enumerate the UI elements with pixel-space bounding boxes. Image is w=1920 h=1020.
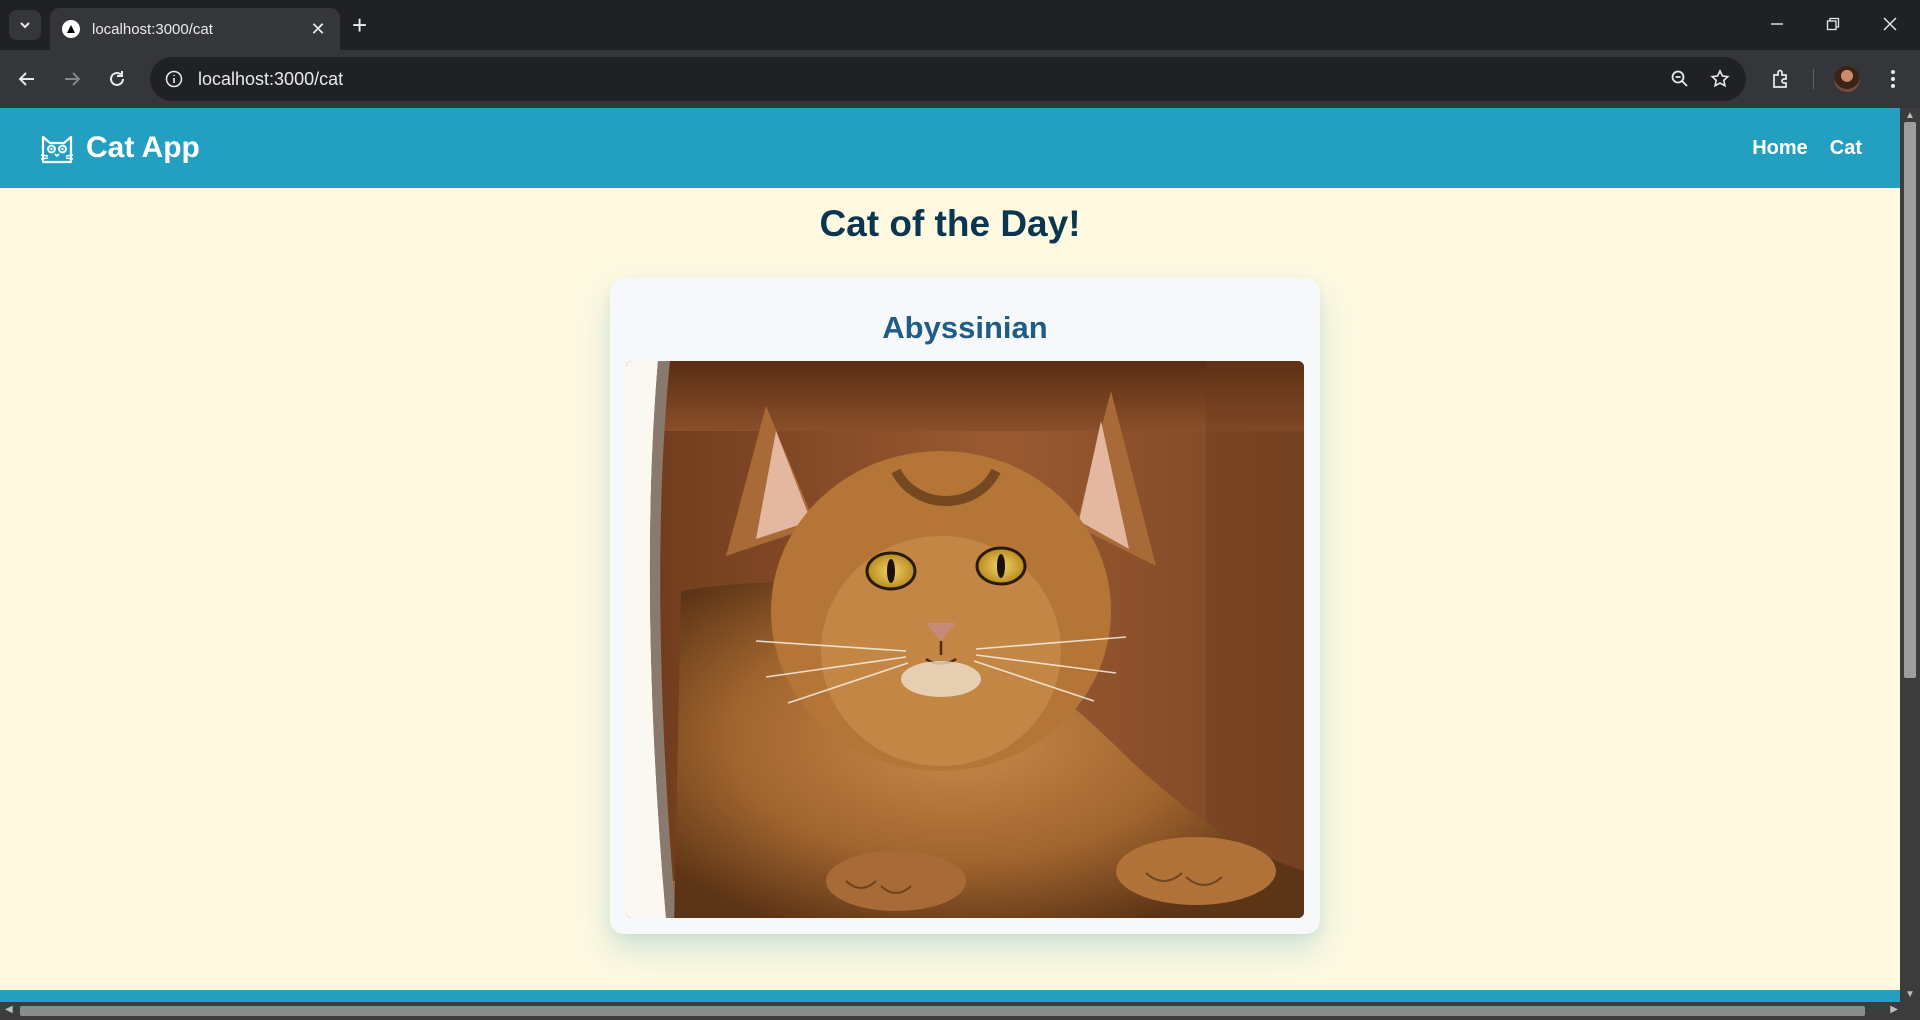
restore-icon[interactable]	[1821, 12, 1845, 36]
reload-icon[interactable]	[103, 65, 131, 93]
toolbar-divider	[1813, 69, 1814, 89]
cat-face-icon	[40, 131, 74, 165]
scroll-right-arrow-icon[interactable]: ▶	[1890, 1004, 1898, 1015]
scroll-up-arrow-icon[interactable]: ▲	[1900, 110, 1920, 121]
horizontal-scroll-thumb[interactable]	[20, 1006, 1865, 1016]
extensions-icon[interactable]	[1767, 65, 1795, 93]
browser-tab-active[interactable]: localhost:3000/cat ✕	[50, 8, 340, 50]
zoom-icon[interactable]	[1666, 65, 1694, 93]
cat-photo	[626, 361, 1304, 918]
vertical-scroll-thumb[interactable]	[1904, 122, 1916, 678]
url-text[interactable]: localhost:3000/cat	[198, 69, 1666, 90]
page-viewport: Cat App Home Cat Cat of the Day! Abyssin…	[0, 108, 1900, 1002]
scroll-left-arrow-icon[interactable]: ◀	[5, 1004, 13, 1015]
brand[interactable]: Cat App	[40, 108, 200, 188]
page-title: Cat of the Day!	[819, 203, 1081, 244]
profile-avatar[interactable]	[1833, 65, 1861, 93]
browser-tabstrip: localhost:3000/cat ✕ +	[0, 0, 1920, 50]
tab-search-button[interactable]	[9, 10, 41, 40]
site-info-icon[interactable]	[162, 67, 186, 91]
cat-breed-title: Abyssinian	[882, 310, 1048, 345]
new-tab-button[interactable]: +	[352, 12, 367, 38]
vertical-scrollbar[interactable]: ▲ ▼	[1900, 108, 1920, 1002]
cat-card: Abyssinian	[610, 278, 1320, 934]
nav-link-cat[interactable]: Cat	[1830, 137, 1862, 160]
scroll-down-arrow-icon[interactable]: ▼	[1900, 989, 1920, 1000]
bookmark-star-icon[interactable]	[1706, 65, 1734, 93]
footer-strip	[0, 990, 1900, 1002]
back-icon[interactable]	[13, 65, 41, 93]
menu-icon[interactable]	[1879, 65, 1907, 93]
brand-title: Cat App	[86, 131, 200, 164]
minimize-icon[interactable]	[1765, 12, 1789, 36]
tab-title: localhost:3000/cat	[92, 20, 213, 38]
main-nav: Home Cat	[1730, 108, 1862, 188]
horizontal-scrollbar[interactable]: ◀ ▶	[0, 1002, 1920, 1020]
address-bar[interactable]: localhost:3000/cat	[150, 57, 1746, 101]
tab-favicon-icon	[62, 20, 80, 38]
browser-toolbar: localhost:3000/cat	[0, 50, 1920, 108]
app-header: Cat App Home Cat	[0, 108, 1900, 188]
nav-link-home[interactable]: Home	[1752, 137, 1808, 160]
tab-close-icon[interactable]: ✕	[306, 19, 330, 40]
close-icon[interactable]	[1878, 12, 1902, 36]
forward-icon[interactable]	[58, 65, 86, 93]
chevron-down-icon	[20, 22, 30, 29]
